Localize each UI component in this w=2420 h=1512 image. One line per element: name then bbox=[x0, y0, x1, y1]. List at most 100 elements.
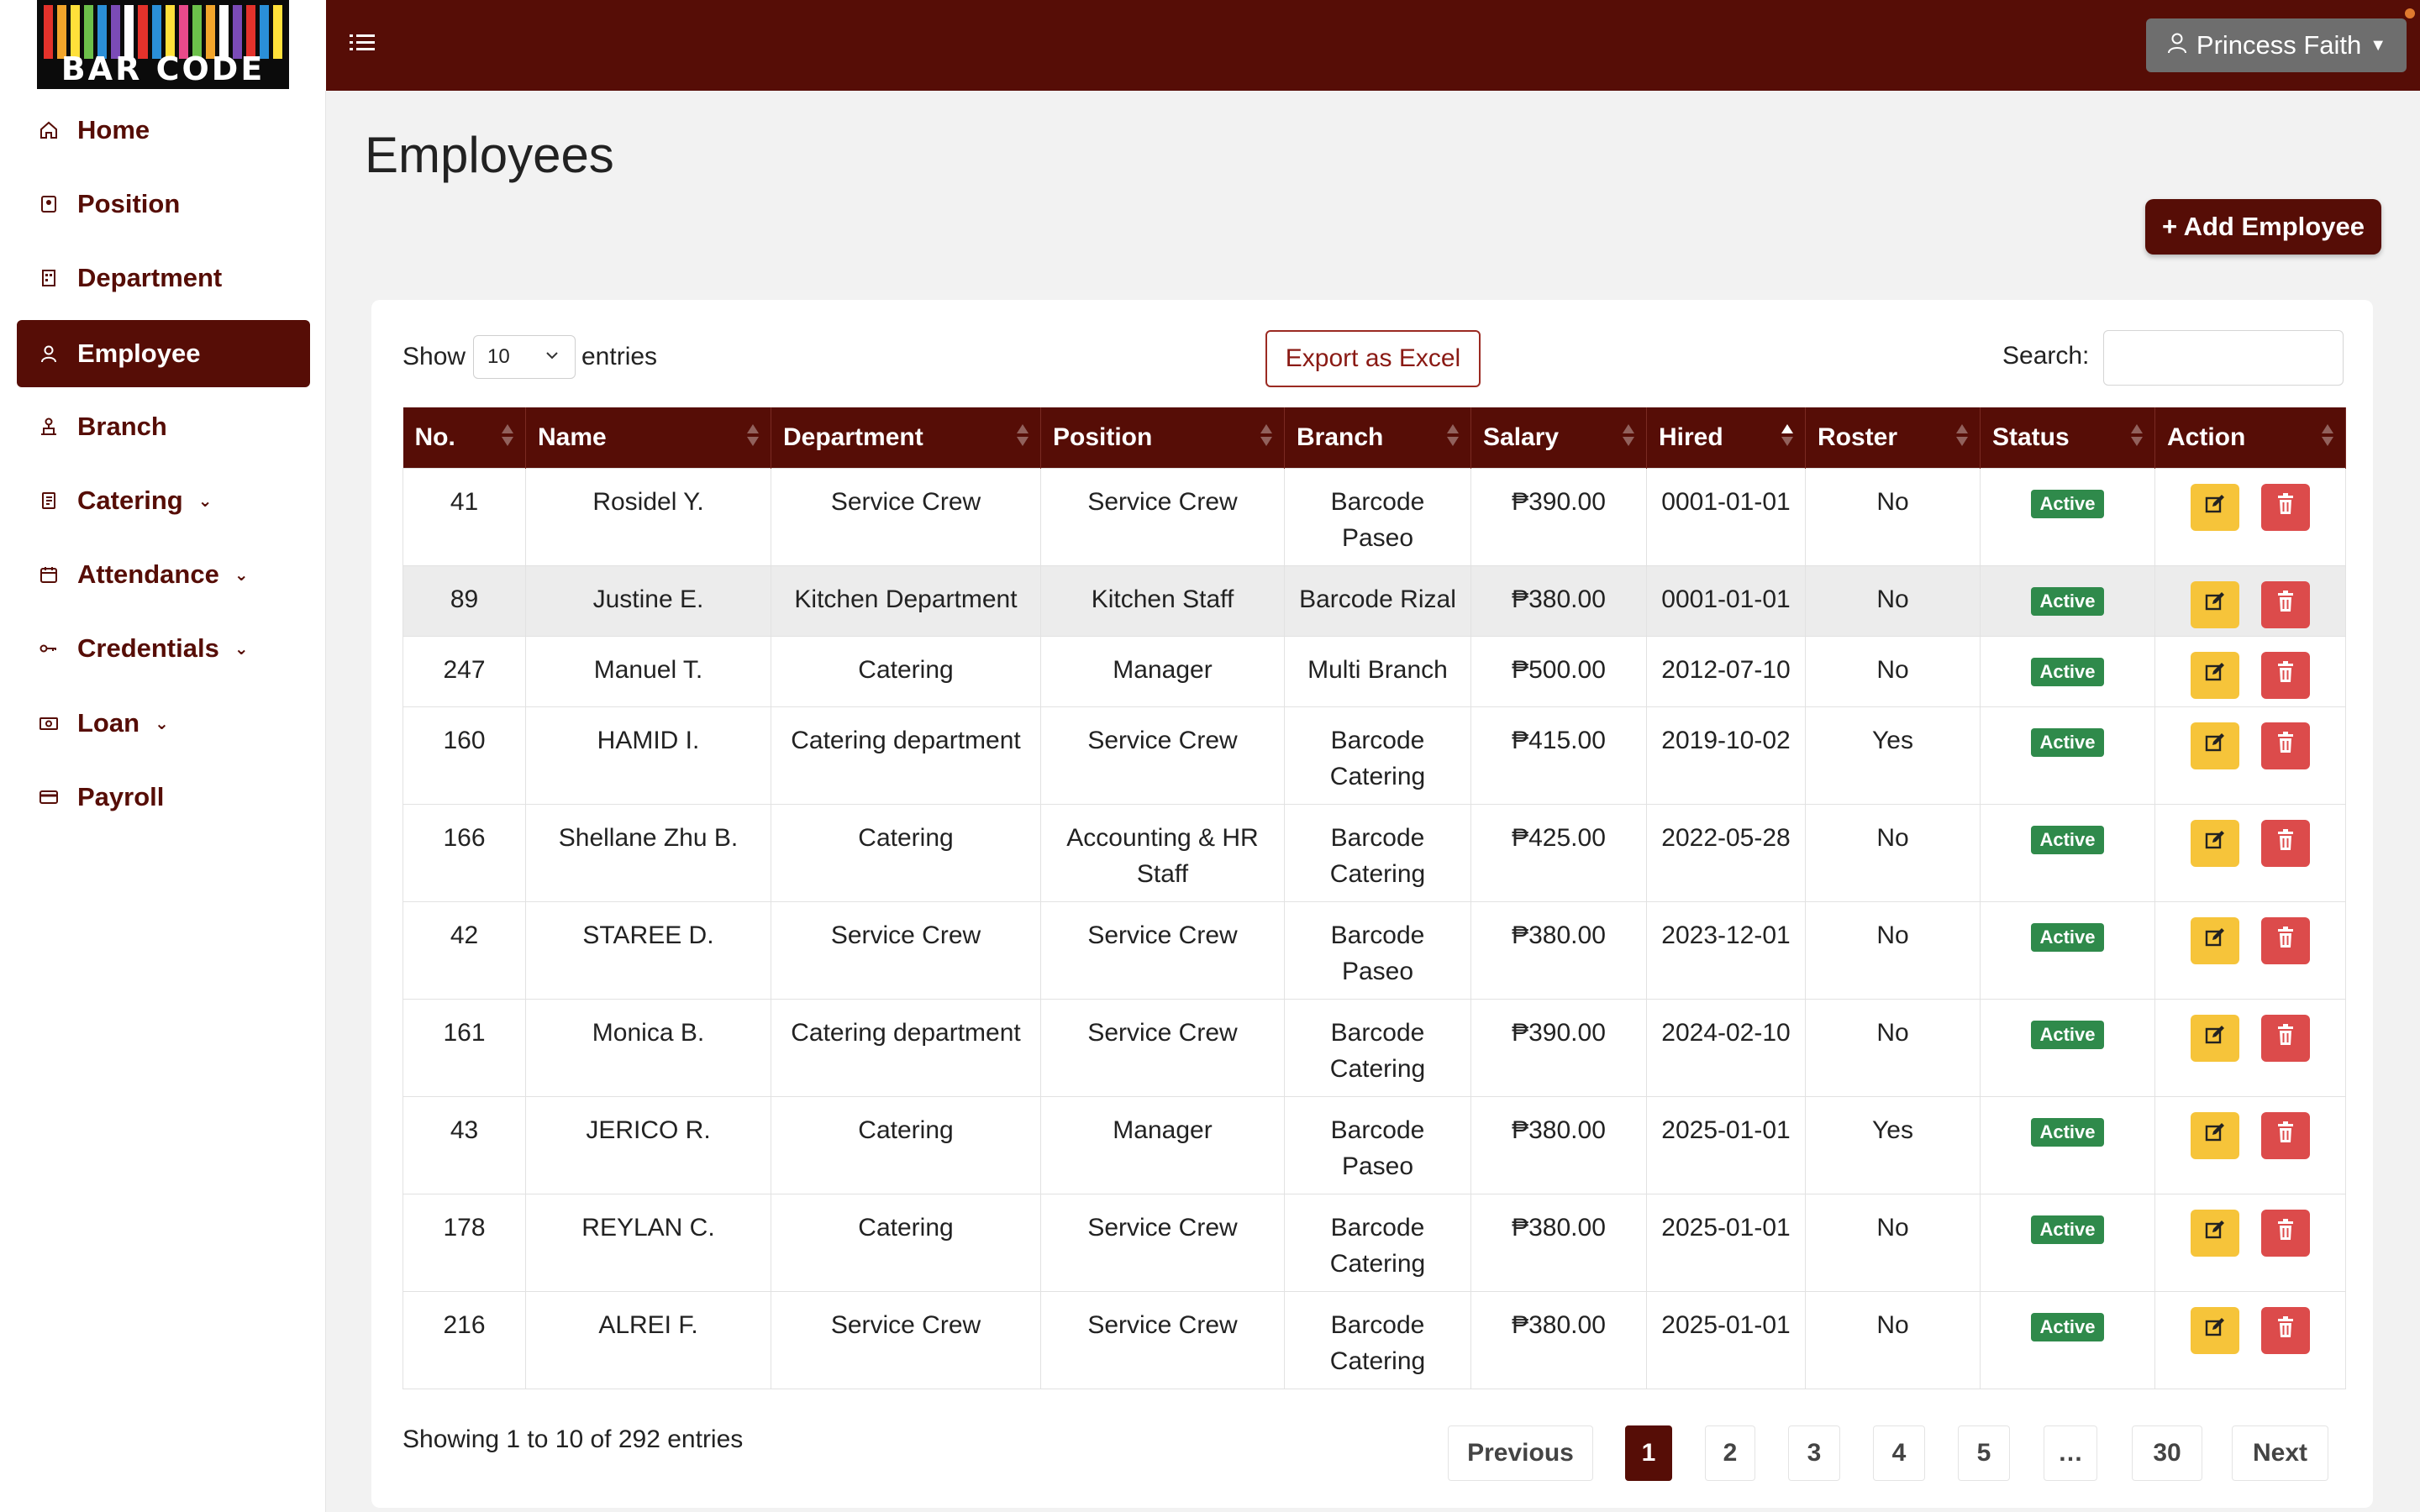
cell-hired: 2012-07-10 bbox=[1646, 635, 1806, 707]
pagination-page-1[interactable]: 1 bbox=[1625, 1425, 1672, 1481]
cell-salary: ₱380.00 bbox=[1470, 1290, 1647, 1389]
sidebar-item-loan[interactable]: Loan ⌄ bbox=[17, 690, 310, 757]
barcode-logo: BAR CODE bbox=[37, 0, 289, 89]
cell-position: Service Crew bbox=[1040, 998, 1285, 1097]
delete-button[interactable] bbox=[2261, 916, 2310, 964]
cell-department: Catering bbox=[771, 1193, 1041, 1292]
sidebar-item-position[interactable]: Position bbox=[17, 171, 310, 238]
cell-department: Catering department bbox=[771, 998, 1041, 1097]
cell-salary: ₱380.00 bbox=[1470, 1095, 1647, 1194]
pagination-page-30[interactable]: 30 bbox=[2132, 1425, 2202, 1481]
delete-button[interactable] bbox=[2261, 580, 2310, 628]
cell-name: Manuel T. bbox=[525, 635, 771, 707]
menu-toggle-icon[interactable] bbox=[350, 30, 380, 60]
column-header-position[interactable]: Position bbox=[1040, 407, 1285, 468]
cell-name: Justine E. bbox=[525, 564, 771, 637]
sidebar-item-label: Branch bbox=[77, 412, 167, 441]
sidebar-item-catering[interactable]: Catering ⌄ bbox=[17, 467, 310, 534]
logo-text: BAR CODE bbox=[60, 50, 266, 87]
row-actions bbox=[2165, 1111, 2335, 1159]
delete-button[interactable] bbox=[2261, 819, 2310, 867]
table-row: 41 Rosidel Y. Service Crew Service Crew Barc… bbox=[402, 467, 2346, 566]
sidebar-item-credentials[interactable]: Credentials ⌄ bbox=[17, 615, 310, 682]
cell-salary: ₱425.00 bbox=[1470, 803, 1647, 902]
cell-department: Service Crew bbox=[771, 900, 1041, 1000]
column-header-no[interactable]: No. bbox=[402, 407, 526, 468]
cell-name: ALREI F. bbox=[525, 1290, 771, 1389]
cell-roster: Yes bbox=[1805, 706, 1981, 805]
cell-branch: Barcode Catering bbox=[1284, 1193, 1471, 1292]
pagination-page-3[interactable]: 3 bbox=[1788, 1425, 1840, 1481]
cell-action bbox=[2154, 1290, 2346, 1389]
cell-no: 161 bbox=[402, 998, 526, 1097]
sidebar-item-home[interactable]: Home bbox=[17, 97, 310, 164]
row-actions bbox=[2165, 580, 2335, 628]
cell-branch: Barcode Catering bbox=[1284, 1290, 1471, 1389]
credit-card-icon bbox=[37, 785, 60, 809]
edit-icon bbox=[2204, 1312, 2226, 1348]
sidebar-item-department[interactable]: Department bbox=[17, 244, 310, 312]
column-header-action[interactable]: Action bbox=[2154, 407, 2346, 468]
edit-button[interactable] bbox=[2191, 1209, 2239, 1257]
add-employee-button[interactable]: + Add Employee bbox=[2145, 199, 2381, 255]
cell-branch: Barcode Rizal bbox=[1284, 564, 1471, 637]
sidebar-item-payroll[interactable]: Payroll bbox=[17, 764, 310, 831]
column-header-department[interactable]: Department bbox=[771, 407, 1041, 468]
pagination-page-5[interactable]: 5 bbox=[1958, 1425, 2010, 1481]
trash-icon bbox=[2275, 586, 2296, 622]
delete-button[interactable] bbox=[2261, 1111, 2310, 1159]
user-menu-button[interactable]: Princess Faith ▼ bbox=[2146, 18, 2407, 72]
trash-icon bbox=[2275, 922, 2296, 958]
row-actions bbox=[2165, 916, 2335, 964]
sidebar-item-attendance[interactable]: Attendance ⌄ bbox=[17, 541, 310, 608]
table-row: 178 REYLAN C. Catering Service Crew Barcode … bbox=[402, 1193, 2346, 1292]
sidebar-item-employee[interactable]: Employee bbox=[17, 320, 310, 387]
edit-button[interactable] bbox=[2191, 1306, 2239, 1354]
edit-button[interactable] bbox=[2191, 722, 2239, 769]
edit-button[interactable] bbox=[2191, 651, 2239, 699]
delete-button[interactable] bbox=[2261, 722, 2310, 769]
cell-name: STAREE D. bbox=[525, 900, 771, 1000]
column-header-status[interactable]: Status bbox=[1980, 407, 2155, 468]
edit-button[interactable] bbox=[2191, 580, 2239, 628]
column-header-name[interactable]: Name bbox=[525, 407, 771, 468]
branch-icon bbox=[37, 415, 60, 438]
delete-button[interactable] bbox=[2261, 1209, 2310, 1257]
cell-position: Service Crew bbox=[1040, 706, 1285, 805]
sidebar-item-label: Employee bbox=[77, 339, 201, 368]
delete-button[interactable] bbox=[2261, 651, 2310, 699]
pagination-page-4[interactable]: 4 bbox=[1873, 1425, 1925, 1481]
sidebar-item-label: Department bbox=[77, 263, 223, 292]
delete-button[interactable] bbox=[2261, 483, 2310, 531]
pagination-page-2[interactable]: 2 bbox=[1705, 1425, 1755, 1481]
status-badge: Active bbox=[2031, 922, 2104, 952]
delete-button[interactable] bbox=[2261, 1306, 2310, 1354]
cell-position: Service Crew bbox=[1040, 1290, 1285, 1389]
edit-button[interactable] bbox=[2191, 1111, 2239, 1159]
cell-action bbox=[2154, 1193, 2346, 1292]
column-header-roster[interactable]: Roster bbox=[1805, 407, 1981, 468]
cell-no: 160 bbox=[402, 706, 526, 805]
sidebar-item-branch[interactable]: Branch bbox=[17, 393, 310, 460]
cell-roster: No bbox=[1805, 467, 1981, 566]
pagination-next-button[interactable]: Next bbox=[2232, 1425, 2328, 1481]
edit-button[interactable] bbox=[2191, 483, 2239, 531]
cell-department: Catering bbox=[771, 635, 1041, 707]
cell-action bbox=[2154, 900, 2346, 1000]
column-header-salary[interactable]: Salary bbox=[1470, 407, 1647, 468]
calendar-icon bbox=[37, 563, 60, 586]
column-header-branch[interactable]: Branch bbox=[1284, 407, 1471, 468]
edit-button[interactable] bbox=[2191, 916, 2239, 964]
delete-button[interactable] bbox=[2261, 1014, 2310, 1062]
pagination-previous-button[interactable]: Previous bbox=[1448, 1425, 1593, 1481]
status-badge: Active bbox=[2031, 1215, 2104, 1244]
sidebar-item-label: Position bbox=[77, 189, 181, 218]
entries-label: entries bbox=[581, 343, 658, 370]
edit-button[interactable] bbox=[2191, 819, 2239, 867]
column-header-hired[interactable]: Hired bbox=[1646, 407, 1806, 468]
export-excel-button[interactable]: Export as Excel bbox=[1265, 330, 1481, 387]
edit-button[interactable] bbox=[2191, 1014, 2239, 1062]
entries-per-page-select[interactable]: 10 bbox=[473, 335, 576, 379]
search-input[interactable] bbox=[2103, 330, 2344, 386]
building-icon bbox=[37, 266, 60, 290]
